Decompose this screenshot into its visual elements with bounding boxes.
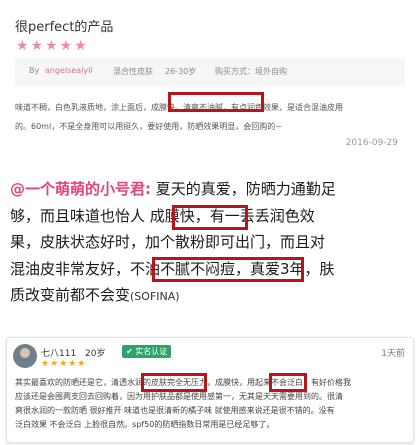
comment-line: 应该还是会囤两支回去回购着，因为用护肤品都是使用感第一，无其是天天需要用到的。很…: [15, 392, 343, 401]
commenter-age: 20岁: [85, 349, 106, 359]
comment-line: 爽很水润的一款防晒 很好推开 味道也是很清新的橘子味 就使用感来说还是很不错的。…: [15, 406, 335, 415]
quote-text: 夏天的真爱，防晒力通勤足: [151, 180, 336, 198]
quote-line: 果，皮肤状态好时，加个散粉即可出门，而且对: [10, 233, 326, 251]
highlight-box: [168, 92, 264, 112]
highlight-box: [152, 257, 304, 282]
quote-text: 质改变前都不会变: [10, 286, 131, 304]
highlight-box: [269, 373, 307, 392]
comment-body: 其实最喜欢的防晒还是它，清透水润的皮肤完全无压力，成膜快，用起来不会泛白，有好价…: [15, 376, 410, 432]
verified-badge: ✔ 实名认证: [122, 345, 172, 358]
brand-name: (SOFINA): [130, 290, 180, 303]
quote-line: @一个萌萌的小号君: 夏天的真爱，防晒力通勤足: [10, 178, 336, 200]
review-line: 的。60ml，不是全身用可以用挺久，要好使用，防晒效果明显，会回购的~: [15, 122, 282, 131]
review-date: 2016-09-29: [345, 138, 398, 148]
reviewer-username[interactable]: angelsealyll: [45, 66, 93, 75]
quote-line: 够，而且味道也怡人 成膜快，有一丢丢润色效: [10, 207, 315, 225]
review-card: 很perfect的产品 ★★★★★ By angelsealyll 混合性皮肤 …: [0, 0, 418, 165]
quote-section: @一个萌萌的小号君: 夏天的真爱，防晒力通勤足 够，而且味道也怡人 成膜快，有一…: [0, 168, 418, 316]
comment-line: 泛白效果 不会泛白 上脸很自然。spf50的防晒指数日常用是已经足够了。: [15, 420, 275, 429]
commenter-username[interactable]: 七八111: [41, 346, 76, 359]
purchase-method: 购买方式：境外自购: [215, 67, 287, 76]
quote-line: 质改变前都不会变(SOFINA): [10, 284, 180, 308]
highlight-box: [172, 205, 248, 230]
by-label: By: [29, 66, 40, 75]
age-range: 26-30岁: [165, 67, 197, 76]
quote-username: @一个萌萌的小号君:: [10, 180, 151, 198]
highlight-box: [141, 373, 207, 392]
skin-type: 混合性皮肤: [113, 67, 153, 76]
comment-card: 七八111 20岁 ✔ 实名认证 ★★★★★ 1天前 其实最喜欢的防晒还是它，清…: [6, 337, 414, 443]
reviewer-meta-bar: By angelsealyll 混合性皮肤 26-30岁 购买方式：境外自购: [15, 58, 405, 86]
rating-stars: ★★★★★: [16, 38, 89, 54]
comment-time: 1天前: [381, 349, 405, 359]
comment-line: 其实最喜欢的防晒还是它，清透水润的皮肤完全无压力，成膜快，用起来不会泛白，有好价…: [15, 378, 351, 387]
review-title: 很perfect的产品: [15, 20, 114, 35]
rating-stars: ★★★★★: [41, 359, 87, 369]
avatar[interactable]: [13, 344, 37, 368]
